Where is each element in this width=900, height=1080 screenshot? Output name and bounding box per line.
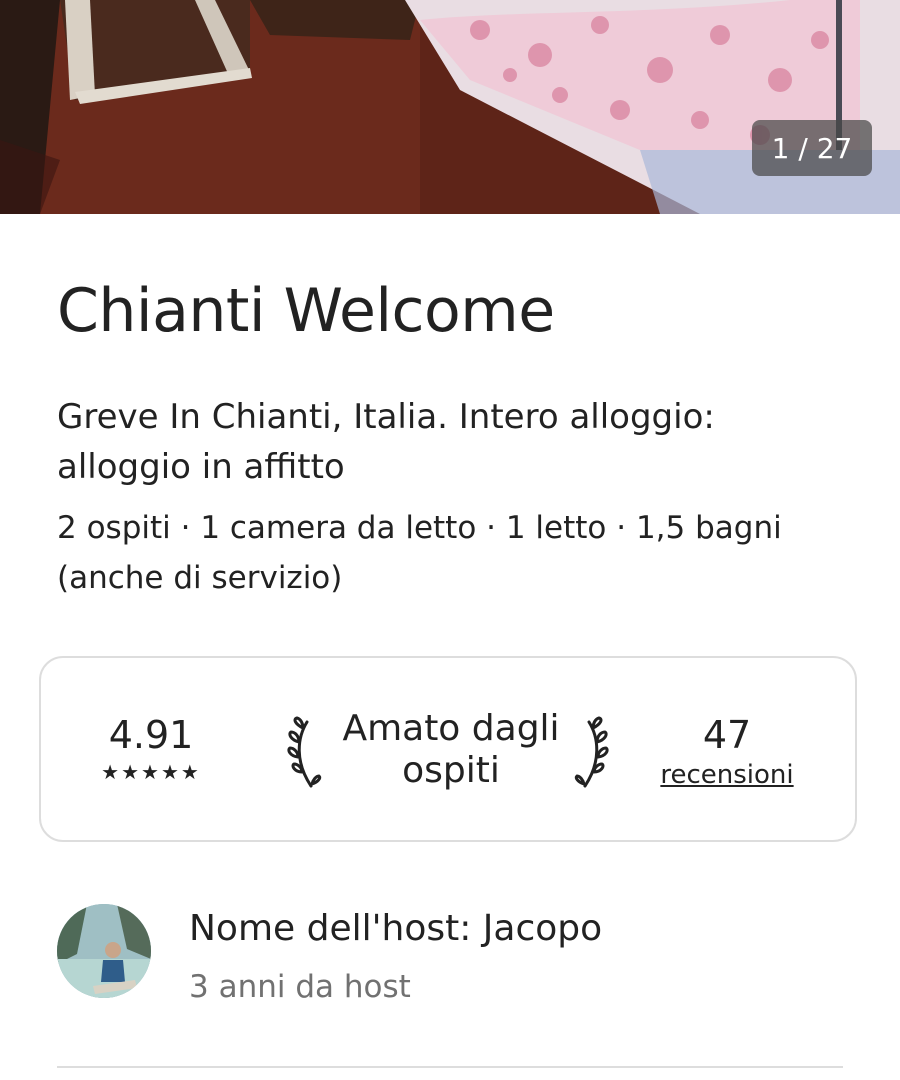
host-name: Nome dell'host: Jacopo [189, 908, 603, 949]
rating-block: 4.91 ★★★★★ [96, 712, 206, 784]
reviews-link[interactable]: recensioni [647, 758, 807, 792]
host-avatar[interactable] [57, 904, 151, 998]
listing-title: Chianti Welcome [57, 276, 555, 346]
rating-value: 4.91 [108, 713, 194, 757]
listing-photo-carousel[interactable]: 1 / 27 [0, 0, 900, 214]
listing-subtitle: Greve In Chianti, Italia. Intero alloggi… [57, 397, 715, 487]
listing-photo [0, 0, 900, 214]
guest-favorite-label: Amato dagli ospiti [342, 708, 560, 791]
section-divider [57, 1066, 843, 1068]
photo-counter: 1 / 27 [752, 120, 872, 176]
highlights-card: 4.91 ★★★★★ Amato dagli ospiti 47 recensi… [39, 656, 857, 842]
laurel-right-icon [574, 716, 609, 788]
reviews-count: 47 [702, 713, 752, 757]
reviews-block[interactable]: 47 recensioni [647, 712, 807, 792]
rating-stars: ★★★★★ [101, 760, 201, 784]
laurel-left-icon [287, 716, 322, 788]
host-photo [57, 904, 151, 998]
listing-details: 2 ospiti · 1 camera da letto · 1 letto ·… [57, 510, 782, 596]
host-since: 3 anni da host [189, 969, 411, 1005]
